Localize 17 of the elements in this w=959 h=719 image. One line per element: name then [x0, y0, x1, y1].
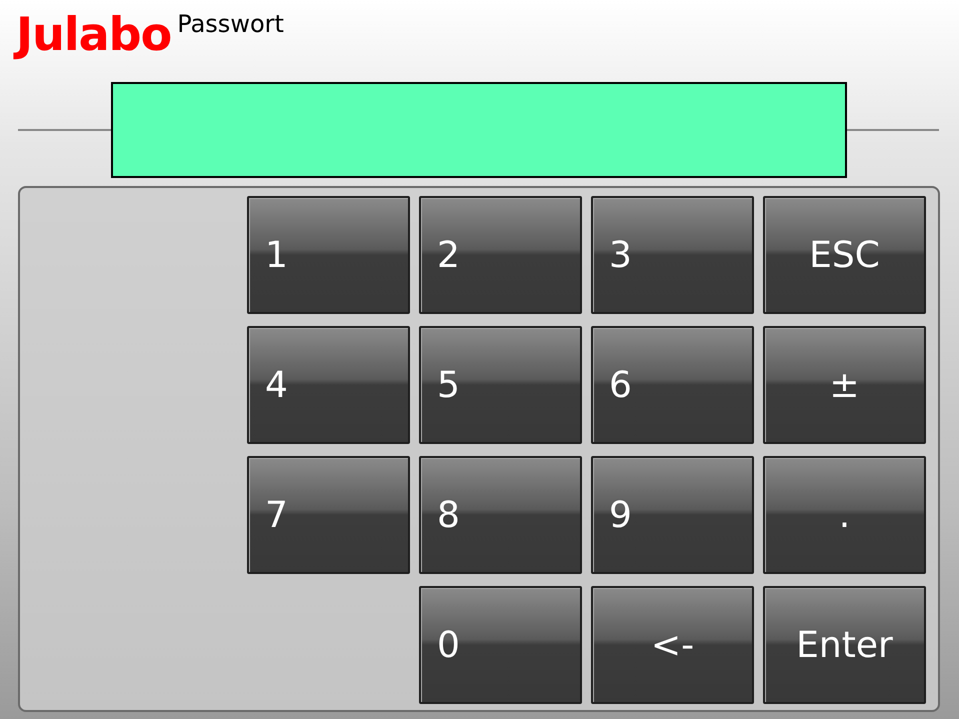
keypad-key[interactable]: Enter [763, 586, 926, 704]
keypad-key[interactable]: 4 [247, 326, 410, 444]
keypad-key[interactable]: 5 [419, 326, 582, 444]
keypad-key[interactable]: 2 [419, 196, 582, 314]
keypad-key[interactable]: ± [763, 326, 926, 444]
keypad-key[interactable]: . [763, 456, 926, 574]
keypad-key[interactable]: 6 [591, 326, 754, 444]
password-field[interactable] [110, 82, 846, 178]
keypad-key[interactable]: ESC [763, 196, 926, 314]
keypad-key[interactable]: 7 [247, 456, 410, 574]
keypad-key[interactable]: <- [591, 586, 754, 704]
keypad-key[interactable]: 8 [419, 456, 582, 574]
keypad-key[interactable]: 0 [419, 586, 582, 704]
screen-title: Passwort [177, 10, 284, 38]
keypad-key[interactable]: 1 [247, 196, 410, 314]
keypad-key[interactable]: 3 [591, 196, 754, 314]
keypad-key[interactable]: 9 [591, 456, 754, 574]
